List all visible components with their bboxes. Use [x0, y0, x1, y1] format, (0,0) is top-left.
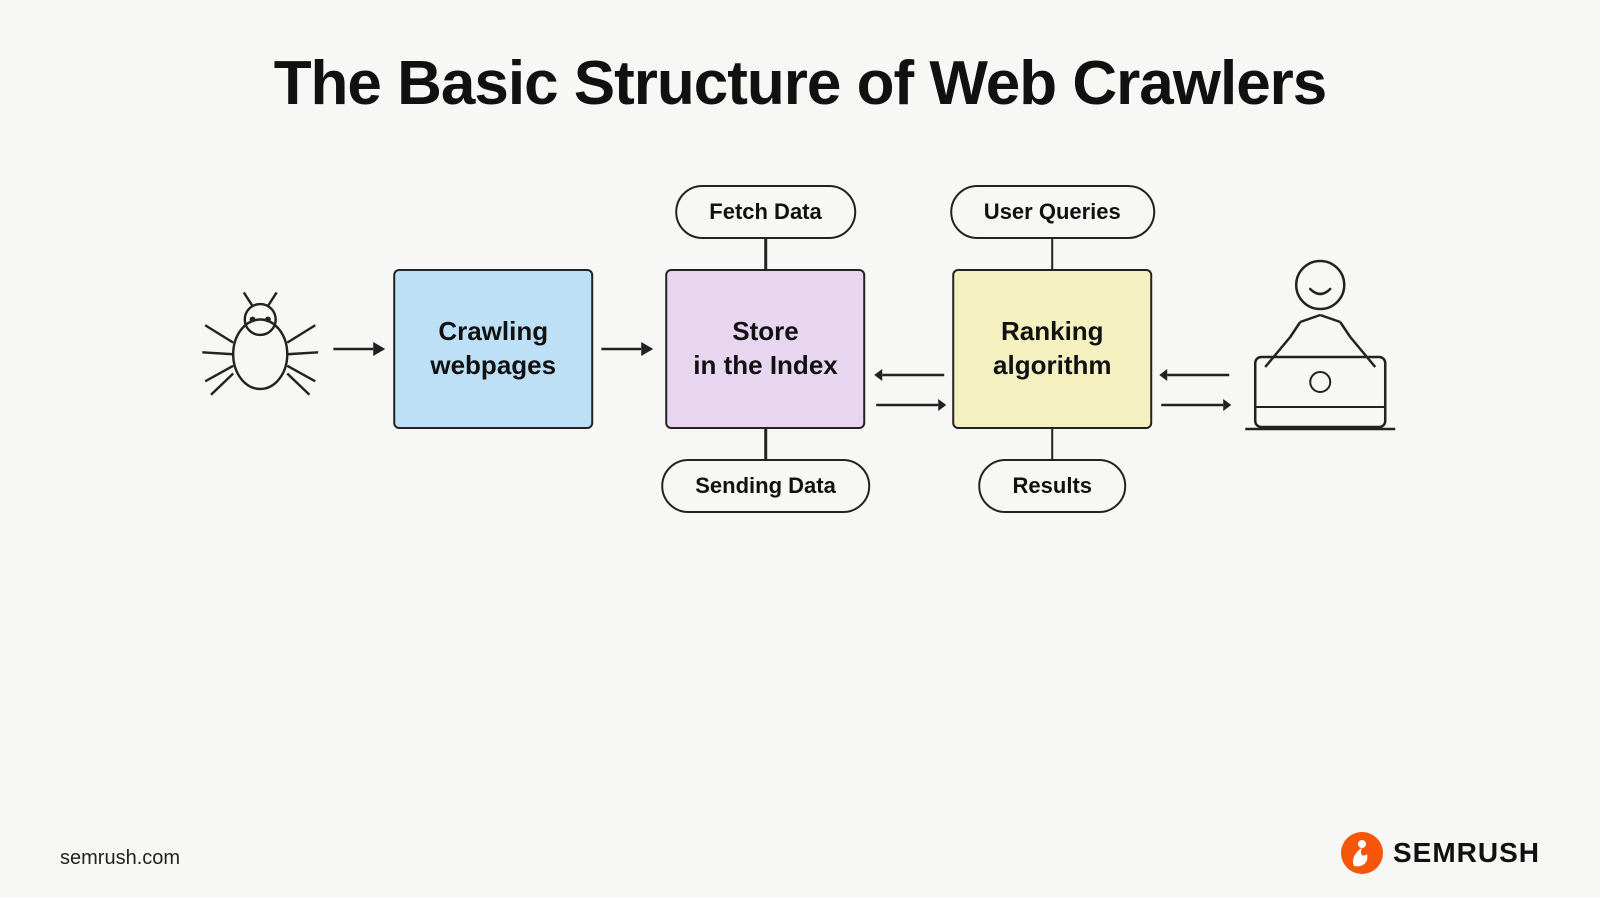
vert-line-bottom-store — [764, 429, 767, 459]
store-index-box: Store in the Index — [666, 269, 866, 429]
vert-line-bottom-ranking — [1051, 429, 1054, 459]
ranking-box: Ranking algorithm — [952, 269, 1152, 429]
arrow-crawl-to-store — [601, 335, 653, 363]
sending-data-pill: Sending Data — [661, 459, 870, 513]
vert-line-top-store — [764, 239, 767, 269]
crawling-box: Crawling webpages — [393, 269, 593, 429]
bidir-arrows-rank-person — [1159, 369, 1231, 421]
page-title: The Basic Structure of Web Crawlers — [0, 0, 1600, 119]
semrush-brand-text: SEMRUSH — [1393, 837, 1540, 869]
arrow-spider-to-crawl — [333, 335, 385, 363]
person-laptop-icon — [1235, 247, 1405, 452]
vert-line-top-ranking — [1051, 239, 1054, 269]
ranking-column: User Queries Ranking algorithm Results — [950, 185, 1155, 513]
results-pill: Results — [979, 459, 1126, 513]
store-index-column: Fetch Data Store in the Index Sending Da… — [661, 185, 870, 513]
fetch-data-pill: Fetch Data — [675, 185, 855, 239]
footer-website: semrush.com — [60, 847, 180, 870]
semrush-logo-icon — [1341, 832, 1383, 874]
spider-icon — [195, 277, 325, 422]
bidir-arrows-store-rank — [874, 369, 946, 421]
footer-logo-area: SEMRUSH — [1341, 832, 1540, 874]
user-queries-pill: User Queries — [950, 185, 1155, 239]
diagram-area: Crawling webpages Fetch Data Store in th… — [195, 185, 1405, 513]
